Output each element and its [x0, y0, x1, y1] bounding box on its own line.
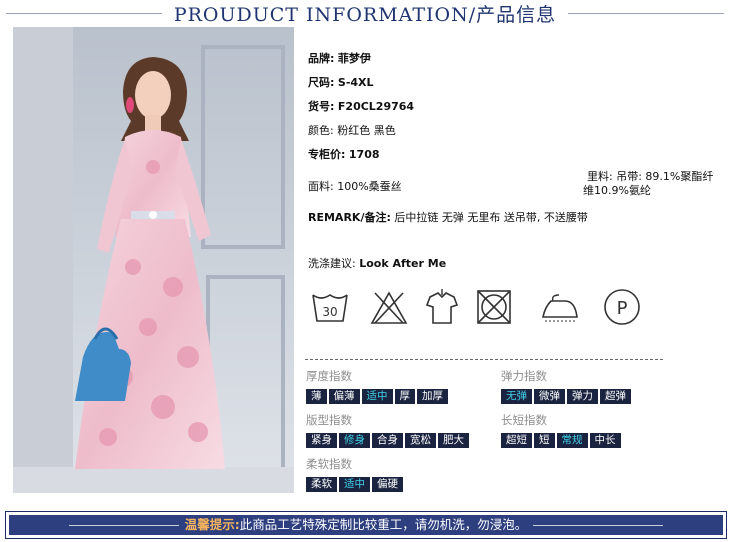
thickness-option: 加厚 — [417, 389, 448, 404]
fit-option: 肥大 — [438, 433, 469, 448]
notice-banner: 温馨提示:此商品工艺特殊定制比较重工，请勿机洗，勿浸泡。 — [5, 511, 727, 539]
fabric-value: 100%桑蚕丝 — [337, 180, 402, 193]
fabric-label: 面料: — [308, 180, 334, 193]
wash-30-icon: 30 — [312, 294, 348, 322]
thickness-option: 偏薄 — [328, 389, 360, 404]
length-option: 常规 — [556, 433, 588, 448]
lining-block: 里料: 吊带: 89.1%聚酯纤 维10.9%氨纶 — [583, 170, 713, 198]
thickness-option: 适中 — [361, 389, 393, 404]
wash-label: 洗涤建议: — [308, 257, 356, 270]
color-label: 颜色: — [308, 124, 334, 137]
softness-title: 柔软指数 — [306, 457, 352, 471]
fit-title: 版型指数 — [306, 413, 352, 427]
length-option: 短 — [534, 433, 555, 448]
header-line-right — [568, 13, 724, 14]
softness-option: 偏硬 — [372, 477, 403, 492]
no-tumble-dry-icon — [477, 290, 511, 324]
fit-option: 紧身 — [306, 433, 337, 448]
fit-index-bar: 紧身 修身 合身 宽松 肥大 — [306, 433, 469, 448]
divider — [305, 359, 663, 360]
header-line-left — [6, 13, 162, 14]
code-value: F20CL29764 — [337, 100, 415, 113]
product-photo — [13, 27, 294, 493]
no-bleach-icon — [370, 291, 408, 324]
lining-value-2: 维10.9%氨纶 — [583, 184, 651, 197]
hang-dry-icon — [425, 289, 459, 324]
remark-label: REMARK/备注: — [308, 211, 391, 224]
brand-value: 菲梦伊 — [337, 52, 371, 65]
elasticity-option: 超弹 — [600, 389, 631, 404]
thickness-title: 厚度指数 — [306, 369, 352, 383]
elasticity-option: 无弹 — [501, 389, 532, 404]
thickness-option: 薄 — [306, 389, 327, 404]
wash-row: 洗涤建议: Look After Me — [308, 255, 446, 271]
professional-clean-p-icon: P — [604, 289, 640, 325]
softness-index-bar: 柔软 适中 偏硬 — [306, 477, 403, 492]
lining-value-1: 吊带: 89.1%聚酯纤 — [616, 170, 714, 183]
fit-option: 宽松 — [405, 433, 436, 448]
elasticity-option: 微弹 — [534, 389, 565, 404]
notice-tip: 温馨提示: — [184, 517, 240, 532]
brand-row: 品牌: 菲梦伊 — [308, 50, 371, 66]
code-label: 货号: — [308, 100, 335, 113]
wash-value: Look After Me — [359, 257, 447, 270]
brand-label: 品牌: — [308, 52, 335, 65]
elasticity-title: 弹力指数 — [501, 369, 547, 383]
notice-inner: 温馨提示:此商品工艺特殊定制比较重工，请勿机洗，勿浸泡。 — [9, 515, 723, 535]
wash-temp-text: 30 — [322, 305, 337, 319]
thickness-option: 厚 — [394, 389, 415, 404]
size-value: S-4XL — [337, 76, 374, 89]
length-option: 超短 — [501, 433, 532, 448]
notice-text: 此商品工艺特殊定制比较重工，请勿机洗，勿浸泡。 — [239, 517, 528, 532]
length-option: 中长 — [589, 433, 621, 448]
fabric-row: 面料: 100%桑蚕丝 — [308, 178, 402, 194]
softness-option: 柔软 — [306, 477, 337, 492]
thickness-index-bar: 薄偏薄 适中厚加厚 — [306, 389, 448, 404]
color-row: 颜色: 粉红色 黑色 — [308, 122, 396, 138]
length-index-bar: 超短短常规 中长 — [501, 433, 621, 448]
size-row: 尺码: S-4XL — [308, 74, 374, 90]
fit-option: 合身 — [372, 433, 403, 448]
elasticity-index-bar: 无弹 微弹 弹力 超弹 — [501, 389, 631, 404]
notice-line-right — [533, 525, 664, 526]
professional-clean-text: P — [617, 298, 628, 319]
length-title: 长短指数 — [501, 413, 547, 427]
remark-row: REMARK/备注: 后中拉链 无弹 无里布 送吊带, 不送腰带 — [308, 209, 588, 225]
iron-low-icon — [542, 294, 578, 322]
size-label: 尺码: — [308, 76, 335, 89]
price-row: 专柜价: 1708 — [308, 146, 380, 162]
color-value: 粉红色 黑色 — [337, 124, 396, 137]
elasticity-option: 弹力 — [567, 389, 598, 404]
code-row: 货号: F20CL29764 — [308, 98, 414, 114]
price-value: 1708 — [348, 148, 380, 161]
remark-value: 后中拉链 无弹 无里布 送吊带, 不送腰带 — [394, 211, 588, 224]
fit-option: 修身 — [339, 433, 370, 448]
section-title: PROUDUCT INFORMATION/产品信息 — [173, 4, 557, 26]
notice-line-left — [68, 525, 179, 526]
lining-label: 里料: — [587, 170, 613, 183]
price-label: 专柜价: — [308, 148, 346, 161]
softness-option: 适中 — [339, 477, 370, 492]
